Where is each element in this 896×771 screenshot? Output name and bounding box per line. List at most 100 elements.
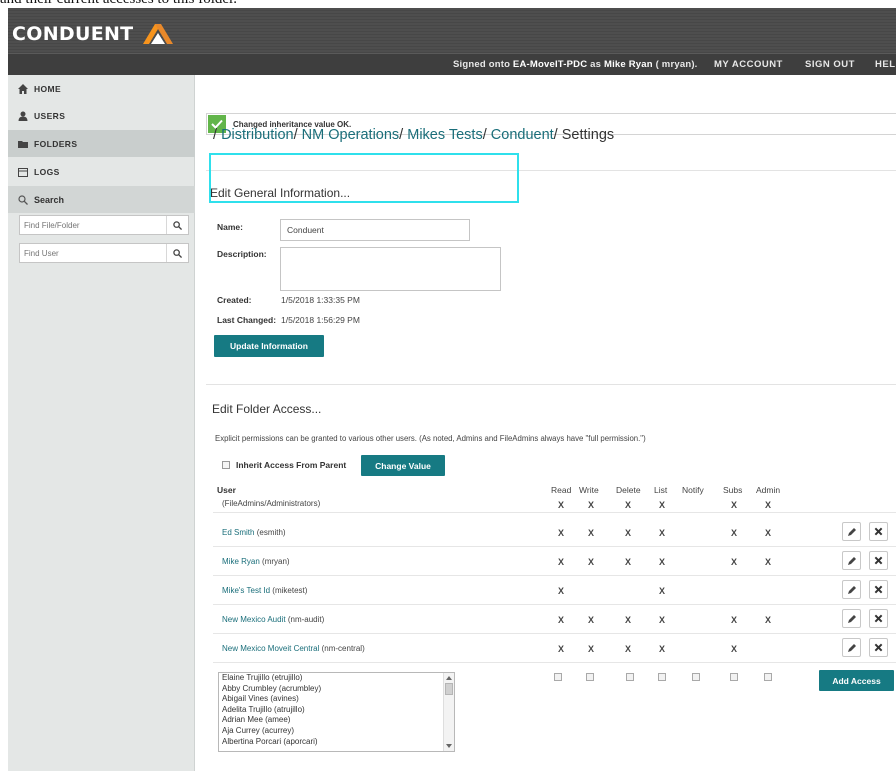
find-file-search-button[interactable]	[166, 216, 188, 234]
pencil-icon	[847, 643, 856, 652]
app-header: CONDUENT Signed onto EA-MoveIT-PDC as Mi…	[8, 8, 896, 75]
close-icon	[874, 643, 883, 652]
column-header-notify: Notify	[682, 485, 704, 495]
sidebar-item-folders[interactable]: FOLDERS	[8, 130, 195, 157]
table-row: (FileAdmins/Administrators) X X X X X X	[213, 495, 896, 513]
add-delete-checkbox[interactable]	[626, 673, 634, 681]
edit-button[interactable]	[842, 522, 861, 541]
edit-button[interactable]	[842, 609, 861, 628]
my-account-link[interactable]: MY ACCOUNT	[714, 59, 783, 70]
add-access-button[interactable]: Add Access	[819, 670, 894, 691]
table-row: Mike's Test Id (miketest) X X	[213, 576, 896, 605]
breadcrumb-conduent[interactable]: Conduent	[491, 127, 554, 143]
remove-button[interactable]	[869, 551, 888, 570]
row-user: New Mexico Moveit Central (nm-central)	[222, 644, 365, 653]
permission-mark: X	[658, 644, 665, 654]
inherit-access-checkbox[interactable]	[222, 461, 230, 469]
list-item[interactable]: Adrian Mee (amee)	[219, 715, 454, 726]
find-user-search-button[interactable]	[166, 244, 188, 262]
user-select-list[interactable]: Elaine Trujillo (etrujillo) Abby Crumble…	[218, 672, 455, 752]
help-link[interactable]: HELP	[875, 59, 896, 70]
edit-button[interactable]	[842, 580, 861, 599]
user-link[interactable]: Ed Smith	[222, 528, 254, 537]
breadcrumb-current: Settings	[561, 127, 615, 143]
permission-mark: X	[624, 644, 631, 654]
list-item[interactable]: Aja Currey (acurrey)	[219, 726, 454, 737]
add-write-checkbox[interactable]	[586, 673, 594, 681]
remove-button[interactable]	[869, 580, 888, 599]
sidebar-item-logs[interactable]: LOGS	[8, 158, 195, 185]
permission-mark: X	[557, 500, 564, 510]
sign-out-link[interactable]: SIGN OUT	[805, 59, 855, 70]
permission-mark: X	[557, 615, 564, 625]
name-label: Name:	[217, 222, 243, 232]
user-id: (nm-audit)	[287, 615, 325, 624]
search-icon	[18, 194, 28, 205]
change-value-button[interactable]: Change Value	[361, 455, 445, 476]
row-user: New Mexico Audit (nm-audit)	[222, 615, 324, 624]
add-admin-checkbox[interactable]	[764, 673, 772, 681]
sidebar-item-users[interactable]: USERS	[8, 102, 195, 129]
folder-icon	[18, 139, 28, 149]
column-header-read: Read	[551, 485, 572, 495]
remove-button[interactable]	[869, 609, 888, 628]
user-id: (esmith)	[256, 528, 286, 537]
search-icon	[173, 220, 182, 230]
last-changed-label: Last Changed:	[217, 315, 277, 325]
permission-mark: X	[764, 557, 771, 567]
edit-button[interactable]	[842, 551, 861, 570]
remove-button[interactable]	[869, 522, 888, 541]
permission-mark: X	[764, 500, 771, 510]
user-id: (mryan)	[262, 557, 290, 566]
list-item[interactable]: Adelita Trujillo (atrujillo)	[219, 705, 454, 716]
description-field[interactable]	[280, 247, 501, 291]
user-link[interactable]: Mike Ryan	[222, 557, 260, 566]
brand-logo[interactable]: CONDUENT	[12, 22, 175, 46]
add-read-checkbox[interactable]	[554, 673, 562, 681]
user-id: (miketest)	[272, 586, 308, 595]
edit-button[interactable]	[842, 638, 861, 657]
row-user: Mike Ryan (mryan)	[222, 557, 290, 566]
name-field[interactable]	[280, 219, 470, 241]
access-section-title: Edit Folder Access...	[212, 402, 322, 416]
list-scrollbar[interactable]	[443, 673, 454, 751]
server-name: EA-MoveIT-PDC	[512, 59, 588, 70]
breadcrumb-mikes-tests[interactable]: Mikes Tests	[407, 127, 482, 143]
user-link[interactable]: New Mexico Moveit Central	[222, 644, 319, 653]
last-changed-value: 1/5/2018 1:56:29 PM	[281, 315, 360, 325]
list-item[interactable]: Abigail Vines (avines)	[219, 694, 454, 705]
home-icon	[18, 83, 28, 94]
sidebar-item-label: LOGS	[34, 166, 60, 177]
permission-mark: X	[658, 500, 665, 510]
search-section-header: Search	[8, 186, 195, 213]
list-item[interactable]: Albertina Porcari (aporcari)	[219, 737, 454, 748]
signed-on-text: Signed onto EA-MoveIT-PDC as Mike Ryan (…	[453, 59, 698, 70]
column-header-list: List	[654, 485, 668, 495]
permission-mark: X	[730, 557, 737, 567]
user-id: (FileAdmins/Administrators)	[222, 499, 321, 508]
breadcrumb-distribution[interactable]: Distribution	[221, 127, 294, 143]
list-item[interactable]: Elaine Trujillo (etrujillo)	[219, 673, 454, 684]
user-link[interactable]: Mike's Test Id	[222, 586, 270, 595]
sidebar: HOME USERS FOLDERS LOGS Search	[8, 75, 195, 771]
add-list-checkbox[interactable]	[658, 673, 666, 681]
user-link[interactable]: New Mexico Audit	[222, 615, 286, 624]
row-user: (FileAdmins/Administrators)	[222, 499, 320, 508]
permission-mark: X	[557, 557, 564, 567]
find-user-input[interactable]	[20, 244, 166, 262]
add-subs-checkbox[interactable]	[730, 673, 738, 681]
general-section-title: Edit General Information...	[210, 186, 351, 200]
breadcrumb-nm-operations[interactable]: NM Operations	[302, 127, 400, 143]
add-notify-checkbox[interactable]	[692, 673, 700, 681]
remove-button[interactable]	[869, 638, 888, 657]
update-information-button[interactable]: Update Information	[214, 335, 324, 357]
search-label: Search	[34, 194, 65, 205]
sidebar-item-home[interactable]: HOME	[8, 75, 195, 102]
find-file-input[interactable]	[20, 216, 166, 234]
list-item[interactable]: Abby Crumbley (acrumbley)	[219, 684, 454, 695]
user-id: (nm-central)	[321, 644, 365, 653]
divider	[206, 384, 896, 385]
scroll-thumb[interactable]	[445, 683, 453, 695]
permission-mark: X	[764, 528, 771, 538]
description-label: Description:	[217, 249, 267, 259]
